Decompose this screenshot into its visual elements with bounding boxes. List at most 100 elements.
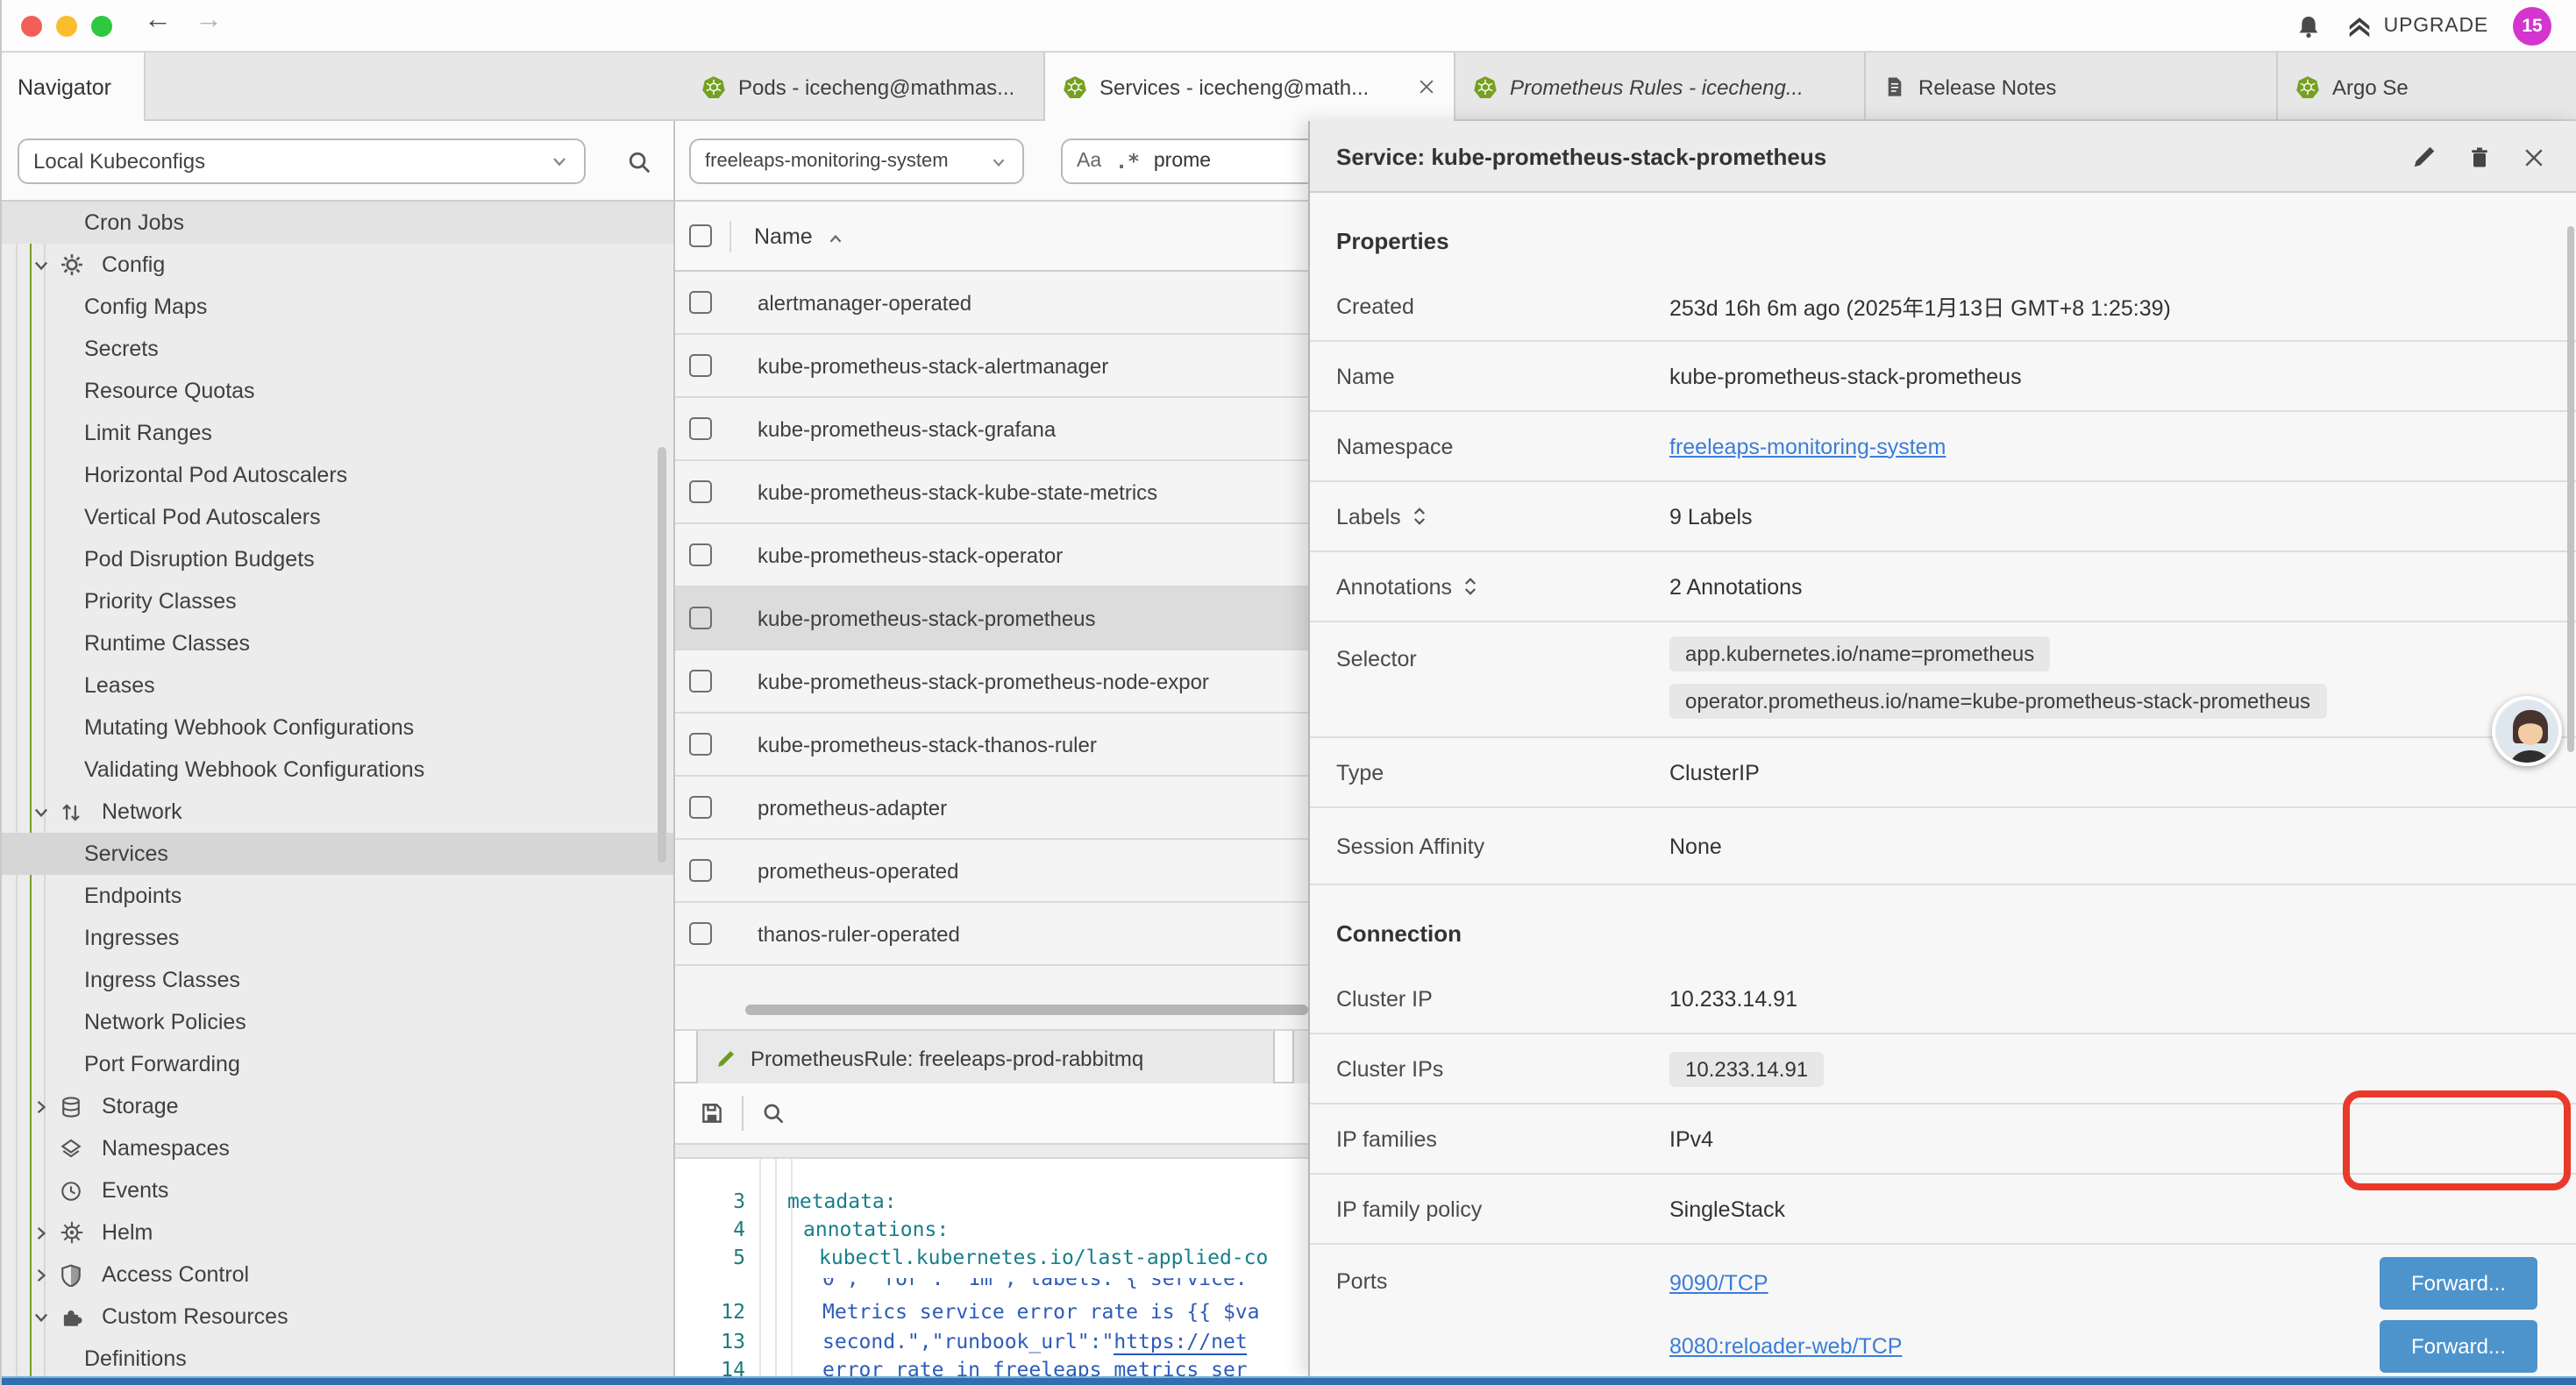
port-link-9090[interactable]: 9090/TCP xyxy=(1669,1271,1768,1296)
kubeconfig-select[interactable]: Local Kubeconfigs xyxy=(18,138,586,184)
row-checkbox[interactable] xyxy=(689,670,712,692)
row-checkbox[interactable] xyxy=(689,291,712,314)
sidebar-item-network[interactable]: Network xyxy=(2,791,673,833)
match-case-toggle[interactable]: Aa xyxy=(1077,151,1101,172)
chevron-right-icon[interactable] xyxy=(32,1265,53,1284)
sidebar-item-cron-jobs[interactable]: Cron Jobs xyxy=(2,202,673,244)
save-icon[interactable] xyxy=(700,1101,724,1126)
runbook-url-link[interactable]: https://net xyxy=(1114,1329,1247,1355)
row-checkbox[interactable] xyxy=(689,733,712,756)
row-checkbox[interactable] xyxy=(689,417,712,440)
yaml-editor[interactable]: 3metadata:4annotations:5kubectl.kubernet… xyxy=(675,1159,1308,1376)
sort-ascending-icon[interactable] xyxy=(827,229,846,248)
row-checkbox[interactable] xyxy=(689,480,712,503)
sidebar-item-events[interactable]: Events xyxy=(2,1169,673,1211)
horizontal-scrollbar-thumb[interactable] xyxy=(745,1005,1308,1015)
forward-button-8080[interactable]: Forward... xyxy=(2380,1320,2537,1373)
sidebar-item-leases[interactable]: Leases xyxy=(2,664,673,707)
sidebar-item-vertical-pod-autoscalers[interactable]: Vertical Pod Autoscalers xyxy=(2,496,673,538)
edit-pencil-icon[interactable] xyxy=(2411,144,2437,170)
namespace-select[interactable]: freeleaps-monitoring-system xyxy=(689,138,1024,184)
sidebar-item-storage[interactable]: Storage xyxy=(2,1085,673,1127)
row-checkbox[interactable] xyxy=(689,354,712,377)
sidebar-item-ingresses[interactable]: Ingresses xyxy=(2,917,673,959)
chevron-right-icon[interactable] xyxy=(32,1223,53,1242)
sidebar-item-config-maps[interactable]: Config Maps xyxy=(2,286,673,328)
sidebar-item-priority-classes[interactable]: Priority Classes xyxy=(2,580,673,622)
table-row-prometheus-adapter[interactable]: prometheus-adapter xyxy=(675,777,1308,840)
bell-icon[interactable] xyxy=(2296,13,2323,39)
sort-toggle-icon[interactable] xyxy=(1412,505,1427,528)
sidebar-scrollbar[interactable] xyxy=(658,447,666,863)
traffic-light-minimize-icon[interactable] xyxy=(56,16,77,37)
namespace-link[interactable]: freeleaps-monitoring-system xyxy=(1669,434,1946,458)
sidebar-item-pod-disruption-budgets[interactable]: Pod Disruption Budgets xyxy=(2,538,673,580)
tab-argo-se[interactable]: Argo Se xyxy=(2278,53,2576,121)
editor-tab-prometheusrule[interactable]: PrometheusRule: freeleaps-prod-rabbitmq xyxy=(696,1031,1275,1085)
editor-search-icon[interactable] xyxy=(761,1101,786,1126)
back-arrow-icon[interactable]: ← xyxy=(144,5,172,37)
table-row-prometheus-operated[interactable]: prometheus-operated xyxy=(675,840,1308,903)
regex-toggle[interactable]: .* xyxy=(1115,149,1140,174)
editor-tab-next[interactable] xyxy=(1292,1031,1308,1085)
table-row-kube-prometheus-stack-operator[interactable]: kube-prometheus-stack-operator xyxy=(675,524,1308,587)
delete-trash-icon[interactable] xyxy=(2467,145,2492,169)
sidebar-item-limit-ranges[interactable]: Limit Ranges xyxy=(2,412,673,454)
service-search-input[interactable]: Aa .* prome xyxy=(1061,138,1308,184)
close-icon[interactable] xyxy=(2522,145,2546,169)
table-row-kube-prometheus-stack-thanos-ruler[interactable]: kube-prometheus-stack-thanos-ruler xyxy=(675,714,1308,777)
chevron-down-icon[interactable] xyxy=(32,1307,53,1326)
row-checkbox[interactable] xyxy=(689,607,712,629)
forward-button-9090[interactable]: Forward... xyxy=(2380,1257,2537,1310)
table-row-alertmanager-operated[interactable]: alertmanager-operated xyxy=(675,272,1308,335)
table-row-kube-prometheus-stack-prometheus-node-expor[interactable]: kube-prometheus-stack-prometheus-node-ex… xyxy=(675,650,1308,714)
table-row-thanos-ruler-operated[interactable]: thanos-ruler-operated xyxy=(675,903,1308,966)
sidebar-item-custom-resources[interactable]: Custom Resources xyxy=(2,1296,673,1338)
sidebar-item-namespaces[interactable]: Namespaces xyxy=(2,1127,673,1169)
notification-badge[interactable]: 15 xyxy=(2513,7,2551,46)
sidebar-item-endpoints[interactable]: Endpoints xyxy=(2,875,673,917)
sidebar-item-services[interactable]: Services xyxy=(2,833,673,875)
sidebar-item-ingress-classes[interactable]: Ingress Classes xyxy=(2,959,673,1001)
avatar[interactable] xyxy=(2492,696,2562,766)
sidebar-item-helm[interactable]: Helm xyxy=(2,1211,673,1254)
sidebar-item-horizontal-pod-autoscalers[interactable]: Horizontal Pod Autoscalers xyxy=(2,454,673,496)
chevron-down-icon[interactable] xyxy=(32,802,53,821)
table-row-kube-prometheus-stack-grafana[interactable]: kube-prometheus-stack-grafana xyxy=(675,398,1308,461)
table-row-kube-prometheus-stack-alertmanager[interactable]: kube-prometheus-stack-alertmanager xyxy=(675,335,1308,398)
row-checkbox[interactable] xyxy=(689,859,712,882)
select-all-checkbox[interactable] xyxy=(689,224,712,247)
sidebar-item-runtime-classes[interactable]: Runtime Classes xyxy=(2,622,673,664)
sidebar-item-network-policies[interactable]: Network Policies xyxy=(2,1001,673,1043)
table-row-kube-prometheus-stack-prometheus[interactable]: kube-prometheus-stack-prometheus xyxy=(675,587,1308,650)
sidebar-item-config[interactable]: Config xyxy=(2,244,673,286)
horizontal-scrollbar[interactable] xyxy=(675,1005,1308,1015)
tab-prometheus-rules-icecheng[interactable]: Prometheus Rules - icecheng... xyxy=(1455,53,1866,121)
row-checkbox[interactable] xyxy=(689,543,712,566)
table-row-kube-prometheus-stack-kube-state-metrics[interactable]: kube-prometheus-stack-kube-state-metrics xyxy=(675,461,1308,524)
sidebar-item-mutating-webhook-configurations[interactable]: Mutating Webhook Configurations xyxy=(2,707,673,749)
forward-arrow-icon[interactable]: → xyxy=(195,5,223,37)
sidebar-search-icon[interactable] xyxy=(626,149,652,175)
traffic-light-maximize-icon[interactable] xyxy=(91,16,112,37)
sidebar-item-access-control[interactable]: Access Control xyxy=(2,1254,673,1296)
chevron-right-icon[interactable] xyxy=(32,1097,53,1116)
sidebar-item-port-forwarding[interactable]: Port Forwarding xyxy=(2,1043,673,1085)
tab-release-notes[interactable]: Release Notes xyxy=(1866,53,2278,121)
tab-services-icecheng-math[interactable]: Services - icecheng@math... xyxy=(1045,53,1455,121)
sort-toggle-icon[interactable] xyxy=(1462,575,1478,598)
traffic-light-close-icon[interactable] xyxy=(21,16,42,37)
upgrade-button[interactable]: UPGRADE xyxy=(2347,13,2488,39)
navigator-panel-tab[interactable]: Navigator xyxy=(2,53,146,121)
chevron-down-icon[interactable] xyxy=(32,255,53,274)
tab-pods-icecheng-mathmas[interactable]: Pods - icecheng@mathmas... xyxy=(684,53,1045,121)
sidebar-item-secrets[interactable]: Secrets xyxy=(2,328,673,370)
port-link-8080[interactable]: 8080:reloader-web/TCP xyxy=(1669,1334,1902,1359)
tab-close-icon[interactable] xyxy=(1403,77,1436,96)
row-checkbox[interactable] xyxy=(689,796,712,819)
row-checkbox[interactable] xyxy=(689,922,712,945)
sidebar-item-resource-quotas[interactable]: Resource Quotas xyxy=(2,370,673,412)
sidebar-item-definitions[interactable]: Definitions xyxy=(2,1338,673,1376)
name-column-header[interactable]: Name xyxy=(754,224,813,248)
detail-scrollbar[interactable] xyxy=(2567,226,2574,752)
